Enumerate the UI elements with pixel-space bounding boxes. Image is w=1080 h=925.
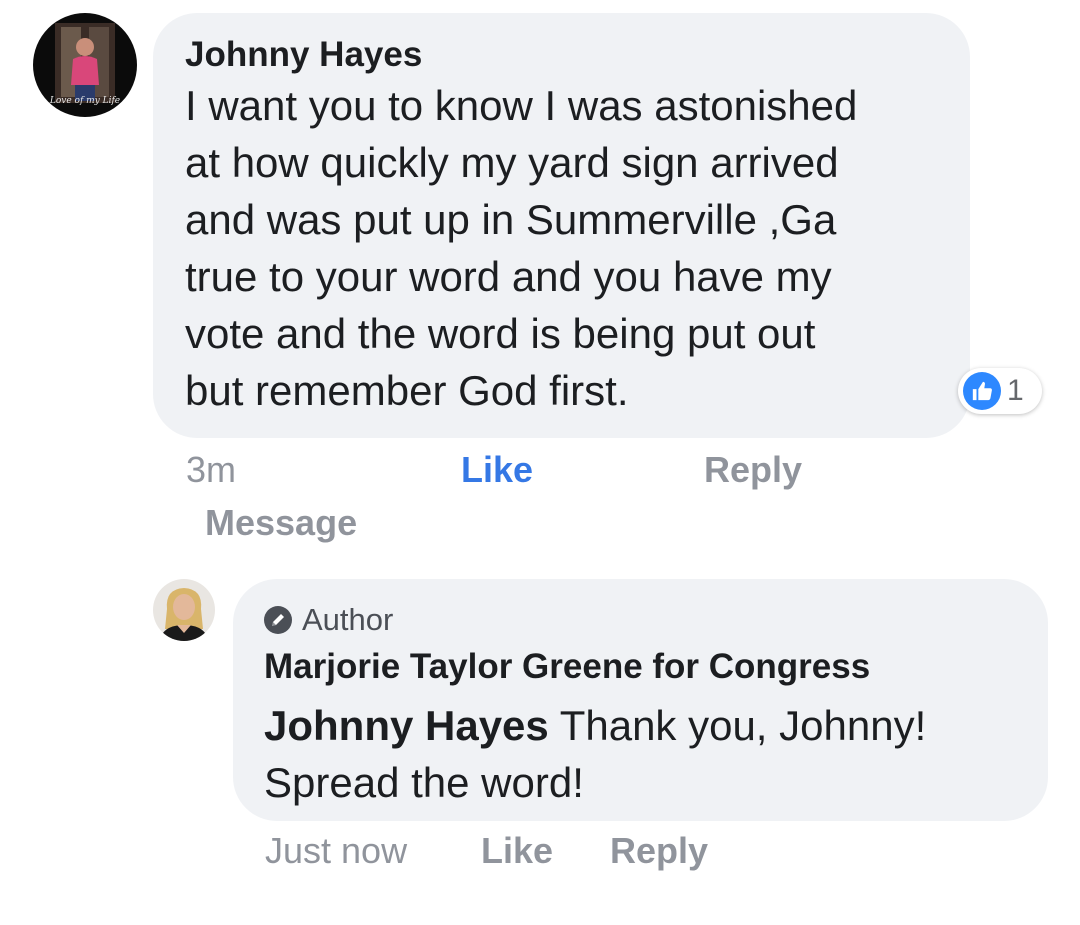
profile-photo-icon: Love of my Life bbox=[33, 13, 137, 117]
thumbs-up-icon bbox=[963, 372, 1001, 410]
comment-text-line: at how quickly my yard sign arrived bbox=[185, 139, 839, 186]
reply-author-name[interactable]: Marjorie Taylor Greene for Congress bbox=[264, 643, 1018, 691]
profile-photo-icon bbox=[153, 579, 215, 641]
author-badge: Author bbox=[264, 601, 1018, 639]
comment-bubble[interactable]: Johnny Hayes I want you to know I was as… bbox=[153, 13, 970, 438]
svg-text:Love of my Life: Love of my Life bbox=[49, 96, 120, 106]
author-badge-label: Author bbox=[302, 602, 394, 637]
reply-bubble[interactable]: Author Marjorie Taylor Greene for Congre… bbox=[233, 579, 1048, 821]
pencil-icon bbox=[264, 606, 292, 634]
comment-text-line: and was put up in Summerville ,Ga bbox=[185, 196, 837, 243]
reply-reply-button[interactable]: Reply bbox=[610, 831, 708, 871]
comment-timestamp[interactable]: 3m bbox=[186, 450, 236, 490]
reply-text: Johnny Hayes Thank you, Johnny! Spread t… bbox=[264, 697, 1018, 811]
reaction-count: 1 bbox=[1007, 374, 1024, 407]
reply-like-button[interactable]: Like bbox=[481, 831, 553, 871]
reply-button[interactable]: Reply bbox=[704, 450, 802, 490]
comment-text-line: true to your word and you have my bbox=[185, 253, 832, 300]
reply-text-line: Spread the word! bbox=[264, 759, 584, 806]
comment-author-name[interactable]: Johnny Hayes bbox=[185, 33, 940, 77]
reply-text-line: Johnny Hayes Thank you, Johnny! bbox=[264, 697, 1018, 754]
like-button[interactable]: Like bbox=[461, 450, 533, 490]
comment-text-line: I want you to know I was astonished bbox=[185, 82, 858, 129]
comment-text: I want you to know I was astonished at h… bbox=[185, 77, 940, 419]
reply-text-segment: Thank you, Johnny! bbox=[548, 702, 927, 749]
commenter-avatar[interactable]: Love of my Life bbox=[33, 13, 137, 117]
message-button[interactable]: Message bbox=[205, 503, 357, 543]
reply-timestamp[interactable]: Just now bbox=[265, 831, 407, 871]
reaction-summary[interactable]: 1 bbox=[958, 368, 1042, 414]
comment-text-line: vote and the word is being put out bbox=[185, 310, 816, 357]
page-avatar[interactable] bbox=[153, 579, 215, 641]
mention-link[interactable]: Johnny Hayes bbox=[264, 702, 549, 749]
comment-text-line: but remember God first. bbox=[185, 367, 629, 414]
